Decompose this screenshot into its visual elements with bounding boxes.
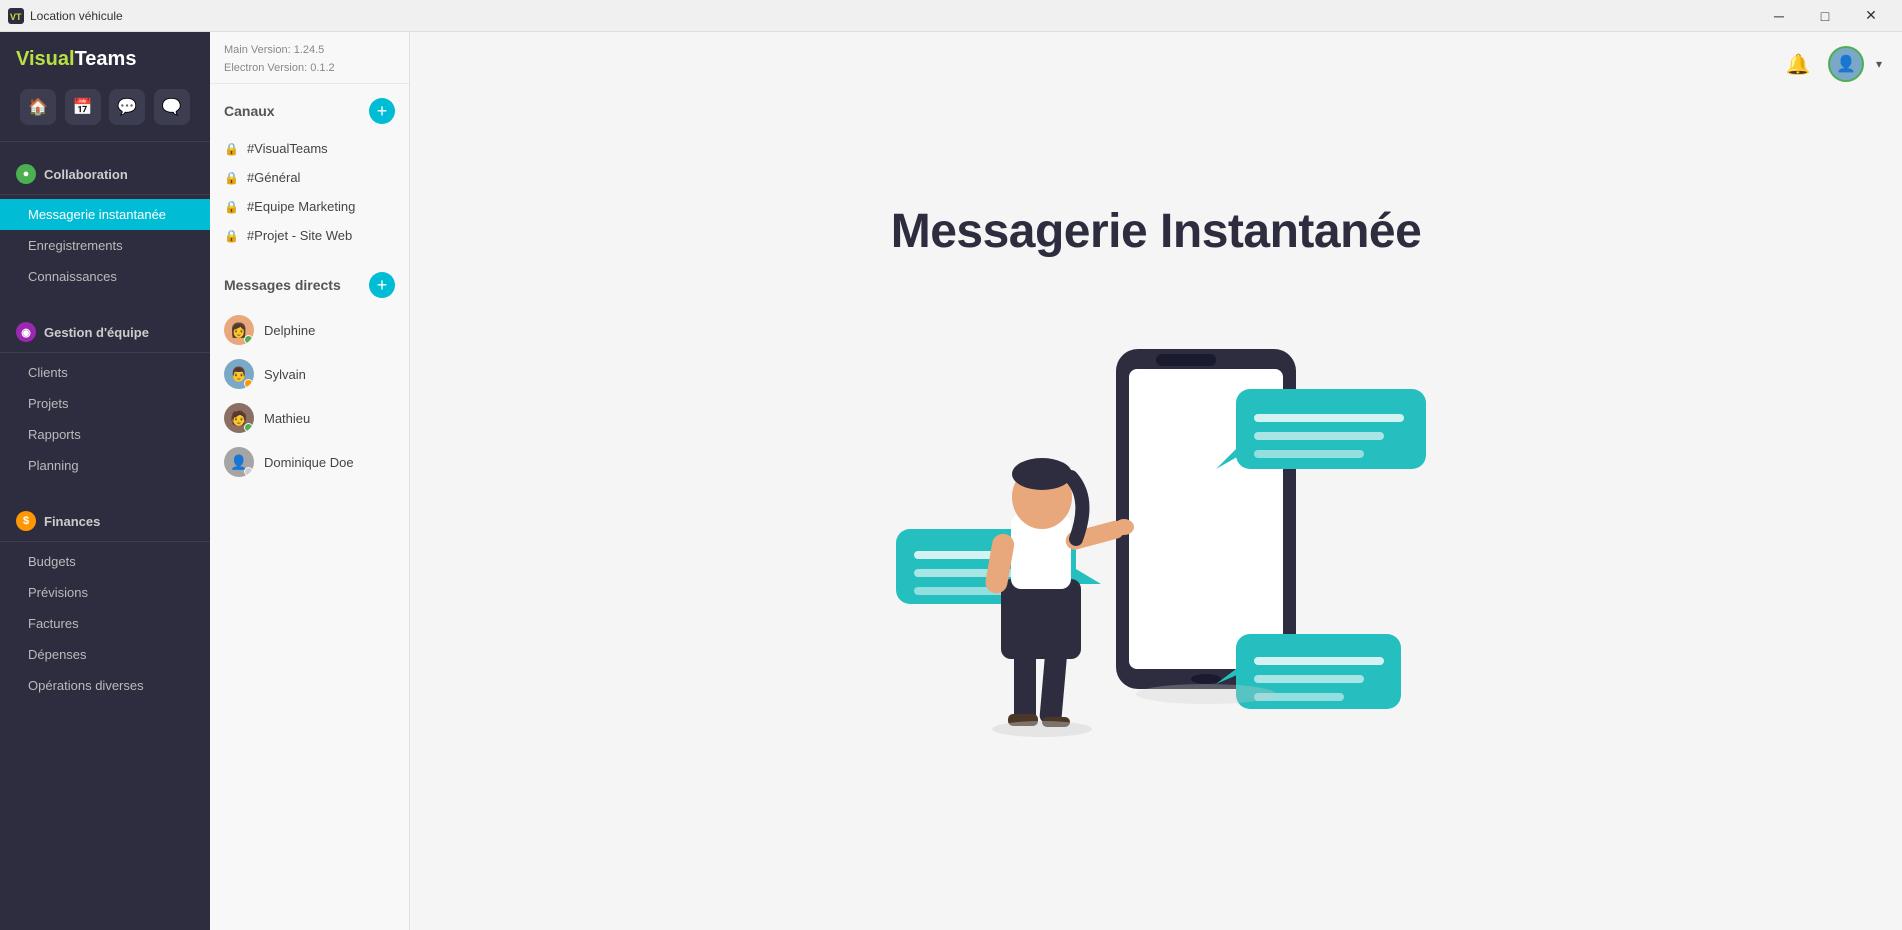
gestion-section: ◉ Gestion d'équipe Clients Projets Rappo… [0, 300, 210, 489]
dm-section: Messages directs + 👩 Delphine 👨 Sylvain [210, 258, 409, 492]
dm-title: Messages directs [224, 277, 341, 293]
gestion-label: Gestion d'équipe [44, 325, 149, 340]
nav-chat-icon[interactable]: 💬 [109, 89, 145, 125]
collaboration-icon: ● [16, 164, 36, 184]
sidebar-item-previsions[interactable]: Prévisions [0, 577, 210, 608]
finances-label: Finances [44, 514, 100, 529]
status-sylvain [244, 379, 253, 388]
user-avatar[interactable]: 👤 [1828, 46, 1864, 82]
dm-name-dominique: Dominique Doe [264, 455, 354, 470]
titlebar-left: VT Location véhicule [8, 8, 123, 24]
add-channel-button[interactable]: + [369, 98, 395, 124]
status-mathieu [244, 423, 253, 432]
collaboration-label: Collaboration [44, 167, 128, 182]
sidebar-item-planning[interactable]: Planning [0, 450, 210, 481]
dm-item-dominique[interactable]: 👤 Dominique Doe [210, 440, 409, 484]
user-menu-chevron[interactable]: ▾ [1876, 57, 1882, 71]
channel-name-4: #Projet - Site Web [247, 228, 352, 243]
titlebar-controls: ─ □ ✕ [1756, 0, 1894, 32]
sidebar-item-depenses[interactable]: Dépenses [0, 639, 210, 670]
electron-version: Electron Version: 0.1.2 [224, 60, 395, 78]
notification-button[interactable]: 🔔 [1780, 46, 1816, 82]
titlebar-title: Location véhicule [30, 9, 123, 23]
channel-general[interactable]: 🔒 #Général [210, 163, 409, 192]
sidebar-item-budgets[interactable]: Budgets [0, 546, 210, 577]
dm-item-mathieu[interactable]: 🧑 Mathieu [210, 396, 409, 440]
dm-header: Messages directs + [210, 272, 409, 308]
header-top: 🔔 👤 ▾ [1760, 32, 1902, 96]
sidebar-item-operations[interactable]: Opérations diverses [0, 670, 210, 701]
channel-name-1: #VisualTeams [247, 141, 328, 156]
gestion-header: ◉ Gestion d'équipe [0, 316, 210, 348]
logo-visual: Visual [16, 48, 75, 70]
main-content: 🔔 👤 ▾ Messagerie Instantanée [410, 32, 1902, 930]
main-version: Main Version: 1.24.5 [224, 42, 395, 60]
maximize-button[interactable]: □ [1802, 0, 1848, 32]
status-dominique [244, 467, 253, 476]
nav-calendar-icon[interactable]: 📅 [65, 89, 101, 125]
channel-name-2: #Général [247, 170, 300, 185]
logo-area: VisualTeams [0, 32, 210, 81]
sidebar-item-enregistrements[interactable]: Enregistrements [0, 230, 210, 261]
channels-title: Canaux [224, 103, 275, 119]
logo: VisualTeams [16, 48, 136, 71]
dm-item-delphine[interactable]: 👩 Delphine [210, 308, 409, 352]
divider-1 [0, 194, 210, 195]
sidebar-item-connaissances[interactable]: Connaissances [0, 261, 210, 292]
avatar-sylvain: 👨 [224, 359, 254, 389]
svg-text:VT: VT [10, 12, 22, 22]
logo-teams: Teams [75, 48, 137, 70]
nav-message-icon[interactable]: 🗨️ [154, 89, 190, 125]
lock-icon-2: 🔒 [224, 171, 239, 185]
avatar-mathieu: 🧑 [224, 403, 254, 433]
divider-3 [0, 541, 210, 542]
sidebar-item-factures[interactable]: Factures [0, 608, 210, 639]
nav-home-icon[interactable]: 🏠 [20, 89, 56, 125]
dm-item-sylvain[interactable]: 👨 Sylvain [210, 352, 409, 396]
collaboration-header: ● Collaboration [0, 158, 210, 190]
channel-marketing[interactable]: 🔒 #Equipe Marketing [210, 192, 409, 221]
lock-icon-1: 🔒 [224, 142, 239, 156]
sidebar-item-clients[interactable]: Clients [0, 357, 210, 388]
channels-section: Canaux + 🔒 #VisualTeams 🔒 #Général 🔒 #Eq… [210, 84, 409, 258]
status-delphine [244, 335, 253, 344]
channels-header: Canaux + [210, 98, 409, 134]
hero-illustration [846, 299, 1466, 759]
dm-name-delphine: Delphine [264, 323, 315, 338]
sidebar-item-rapports[interactable]: Rapports [0, 419, 210, 450]
dm-name-mathieu: Mathieu [264, 411, 310, 426]
avatar-dominique: 👤 [224, 447, 254, 477]
sidebar-item-projets[interactable]: Projets [0, 388, 210, 419]
channel-projet-site[interactable]: 🔒 #Projet - Site Web [210, 221, 409, 250]
add-dm-button[interactable]: + [369, 272, 395, 298]
sidebar: VisualTeams 🏠 📅 💬 🗨️ ● Collaboration Mes… [0, 32, 210, 930]
hero-title: Messagerie Instantanée [891, 204, 1422, 259]
app-body: VisualTeams 🏠 📅 💬 🗨️ ● Collaboration Mes… [0, 32, 1902, 930]
finances-section: $ Finances Budgets Prévisions Factures D… [0, 489, 210, 709]
gestion-icon: ◉ [16, 322, 36, 342]
lock-icon-4: 🔒 [224, 229, 239, 243]
avatar-delphine: 👩 [224, 315, 254, 345]
sidebar-item-messagerie[interactable]: Messagerie instantanée [0, 199, 210, 230]
app-icon: VT [8, 8, 24, 24]
top-nav: 🏠 📅 💬 🗨️ [0, 81, 210, 142]
titlebar: VT Location véhicule ─ □ ✕ [0, 0, 1902, 32]
minimize-button[interactable]: ─ [1756, 0, 1802, 32]
channel-visualteams[interactable]: 🔒 #VisualTeams [210, 134, 409, 163]
hero-area: Messagerie Instantanée [410, 32, 1902, 930]
channels-panel: Main Version: 1.24.5 Electron Version: 0… [210, 32, 410, 930]
version-info: Main Version: 1.24.5 Electron Version: 0… [210, 32, 409, 84]
close-button[interactable]: ✕ [1848, 0, 1894, 32]
channel-name-3: #Equipe Marketing [247, 199, 355, 214]
lock-icon-3: 🔒 [224, 200, 239, 214]
finances-header: $ Finances [0, 505, 210, 537]
collaboration-section: ● Collaboration Messagerie instantanée E… [0, 142, 210, 300]
divider-2 [0, 352, 210, 353]
dm-name-sylvain: Sylvain [264, 367, 306, 382]
finances-icon: $ [16, 511, 36, 531]
